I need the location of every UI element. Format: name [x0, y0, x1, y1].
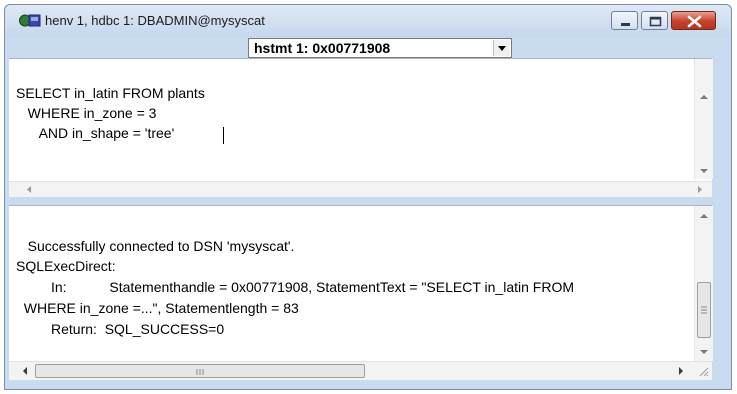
- editor-horizontal-scrollbar[interactable]: [9, 181, 712, 197]
- maximize-button[interactable]: [641, 11, 668, 30]
- log-line: Successfully connected to DSN 'mysyscat'…: [16, 238, 295, 254]
- scroll-down-icon[interactable]: [695, 163, 713, 179]
- scroll-right-icon[interactable]: [673, 363, 689, 379]
- editor-vertical-scrollbar[interactable]: [694, 59, 713, 179]
- sql-line: WHERE in_zone = 3: [16, 105, 157, 121]
- sql-editor[interactable]: SELECT in_latin FROM plants WHERE in_zon…: [9, 58, 713, 197]
- minimize-button[interactable]: [611, 11, 638, 30]
- resize-grip-icon[interactable]: [695, 363, 711, 379]
- output-scroll-thumb[interactable]: [697, 282, 711, 338]
- close-button[interactable]: [671, 11, 716, 30]
- window-title: henv 1, hdbc 1: DBADMIN@mysyscat: [45, 13, 265, 28]
- odbc-connection-icon: [19, 14, 41, 27]
- scroll-up-icon[interactable]: [695, 208, 713, 224]
- log-line: SQLExecDirect:: [16, 258, 116, 274]
- dropdown-button[interactable]: [493, 40, 510, 56]
- scroll-left-icon[interactable]: [17, 363, 33, 379]
- scroll-up-icon[interactable]: [695, 89, 713, 105]
- scroll-left-icon[interactable]: [21, 182, 37, 197]
- maximize-icon: [649, 16, 662, 27]
- grip-icon: [701, 306, 707, 314]
- output-horizontal-thumb[interactable]: [35, 364, 365, 378]
- grip-icon: [196, 369, 204, 375]
- statement-toolbar: hstmt 1: 0x00771908: [5, 37, 731, 58]
- scroll-right-icon[interactable]: [692, 182, 708, 197]
- close-icon: [687, 15, 702, 28]
- sql-line: AND in_shape = 'tree': [16, 125, 175, 141]
- statement-handle-value: hstmt 1: 0x00771908: [254, 40, 391, 56]
- output-log[interactable]: Successfully connected to DSN 'mysyscat'…: [9, 205, 713, 380]
- output-vertical-scrollbar[interactable]: [694, 206, 713, 361]
- log-line: Return: SQL_SUCCESS=0: [16, 321, 225, 337]
- scroll-down-icon[interactable]: [695, 344, 713, 360]
- chevron-down-icon: [498, 46, 506, 51]
- title-bar[interactable]: henv 1, hdbc 1: DBADMIN@mysyscat: [5, 5, 731, 37]
- text-caret: [223, 127, 224, 144]
- sql-line: SELECT in_latin FROM plants: [16, 85, 205, 101]
- minimize-icon: [621, 23, 630, 26]
- output-horizontal-scrollbar[interactable]: [9, 361, 712, 380]
- log-line: WHERE in_zone =...", Statementlength = 8…: [16, 300, 299, 316]
- log-line: In: Statementhandle = 0x00771908, Statem…: [16, 279, 575, 295]
- statement-handle-select[interactable]: hstmt 1: 0x00771908: [248, 38, 512, 58]
